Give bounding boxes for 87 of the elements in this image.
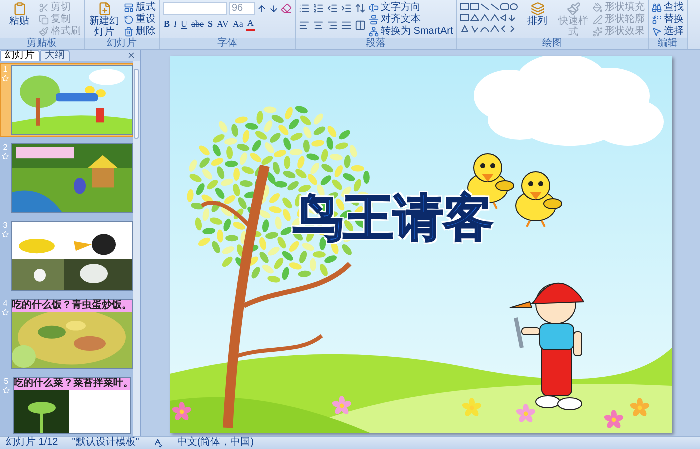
ribbon-button[interactable]: 转换为 SmartArt bbox=[369, 26, 454, 38]
bird-drawing bbox=[515, 172, 562, 228]
format-button[interactable]: I bbox=[173, 19, 178, 30]
ribbon-button[interactable]: 新建幻灯片 bbox=[88, 2, 121, 38]
bullet-list-icon[interactable] bbox=[299, 3, 310, 14]
binoculars-icon bbox=[652, 3, 662, 13]
star-icon bbox=[2, 309, 9, 316]
grow-font-button[interactable] bbox=[257, 4, 267, 14]
align-center-icon[interactable] bbox=[313, 20, 324, 31]
flower-icon bbox=[332, 396, 352, 414]
star-icon bbox=[2, 231, 9, 238]
panel-tab[interactable]: 大纲 bbox=[40, 50, 70, 61]
group-label: 绘图 bbox=[457, 38, 648, 49]
status-text: 中文(简体，中国) bbox=[177, 437, 254, 449]
paintbrush-icon bbox=[39, 27, 49, 37]
group-label: 段落 bbox=[296, 38, 456, 49]
flower-icon bbox=[172, 402, 192, 420]
star-icon bbox=[2, 387, 10, 394]
ribbon-button[interactable]: 重设 bbox=[124, 14, 156, 26]
flower-icon bbox=[516, 404, 536, 422]
group-label: 剪贴板 bbox=[0, 38, 84, 49]
line-spacing-icon[interactable] bbox=[355, 3, 366, 14]
layout-icon bbox=[124, 3, 134, 13]
group-label: 字体 bbox=[160, 38, 295, 49]
ribbon-button[interactable]: 粘贴 bbox=[3, 2, 36, 27]
ribbon-button[interactable]: 排列 bbox=[521, 2, 554, 27]
smartart-icon bbox=[369, 27, 379, 37]
format-button[interactable]: B bbox=[163, 19, 172, 30]
ribbon-button[interactable]: 删除 bbox=[124, 26, 156, 38]
eraser-icon[interactable] bbox=[281, 3, 292, 14]
status-text: "默认设计模板" bbox=[72, 437, 140, 449]
status-text: 幻灯片 1/12 bbox=[6, 437, 58, 449]
copy-icon bbox=[39, 15, 49, 25]
ribbon-button[interactable]: 选择 bbox=[652, 26, 684, 38]
group-label: 幻灯片 bbox=[85, 38, 159, 49]
star-icon bbox=[2, 153, 9, 160]
scrollbar[interactable] bbox=[133, 61, 140, 436]
justify-icon[interactable] bbox=[341, 20, 352, 31]
sparkles-icon bbox=[593, 27, 604, 37]
reset-icon bbox=[124, 15, 134, 25]
align-text-icon bbox=[369, 15, 379, 25]
columns-icon[interactable] bbox=[355, 20, 366, 31]
outdent-icon[interactable] bbox=[327, 3, 338, 14]
format-button[interactable]: A bbox=[246, 18, 255, 31]
trash-icon bbox=[124, 27, 134, 37]
slide-number: 5 bbox=[4, 377, 9, 387]
panel-tab[interactable]: 幻灯片 bbox=[0, 50, 40, 61]
ribbon-button[interactable]: 替换 bbox=[652, 14, 684, 26]
ribbon-button[interactable]: 对齐文本 bbox=[369, 14, 454, 26]
font-grow-icon bbox=[257, 4, 267, 14]
font-name-field[interactable] bbox=[163, 2, 227, 15]
ribbon-button[interactable]: 文字方向 bbox=[369, 2, 454, 14]
ribbon-button[interactable]: 查找 bbox=[652, 2, 684, 14]
format-button[interactable]: Aa bbox=[232, 19, 244, 30]
spell-check-icon[interactable] bbox=[153, 438, 164, 448]
text-direction-icon bbox=[369, 3, 379, 13]
align-right-icon[interactable] bbox=[327, 20, 338, 31]
slide-number: 2 bbox=[3, 143, 8, 153]
shrink-font-button[interactable] bbox=[269, 4, 279, 14]
ribbon-button[interactable]: 版式 bbox=[124, 2, 156, 14]
close-icon[interactable] bbox=[127, 51, 136, 60]
new-slide-icon bbox=[98, 2, 112, 16]
slide-number: 1 bbox=[3, 65, 8, 75]
pen-icon bbox=[593, 15, 604, 25]
align-left-icon[interactable] bbox=[299, 20, 310, 31]
scissors-icon bbox=[39, 3, 49, 13]
group-label: 编辑 bbox=[649, 38, 688, 49]
format-button[interactable]: S bbox=[207, 19, 214, 30]
slide-caption: 吃的什么饭？青虫蛋炒饭。 bbox=[12, 300, 132, 312]
flower-icon bbox=[630, 398, 650, 416]
paintbrush-icon bbox=[566, 2, 581, 16]
layers-icon bbox=[530, 2, 545, 16]
format-button[interactable]: AV bbox=[216, 19, 230, 30]
numbered-list-icon[interactable] bbox=[313, 3, 324, 14]
format-button[interactable]: U bbox=[180, 19, 189, 30]
replace-icon bbox=[652, 15, 662, 25]
flower-icon bbox=[462, 398, 482, 416]
star-icon bbox=[2, 75, 9, 82]
font-shrink-icon bbox=[269, 4, 279, 14]
paint-bucket-icon bbox=[593, 3, 604, 13]
flower-icon bbox=[604, 410, 624, 428]
slide-number: 3 bbox=[3, 221, 8, 231]
clipboard-icon bbox=[12, 2, 26, 16]
pointer-icon bbox=[652, 27, 662, 37]
slide-number: 4 bbox=[3, 299, 8, 309]
format-button[interactable]: abe bbox=[190, 19, 206, 30]
indent-icon[interactable] bbox=[341, 3, 352, 14]
